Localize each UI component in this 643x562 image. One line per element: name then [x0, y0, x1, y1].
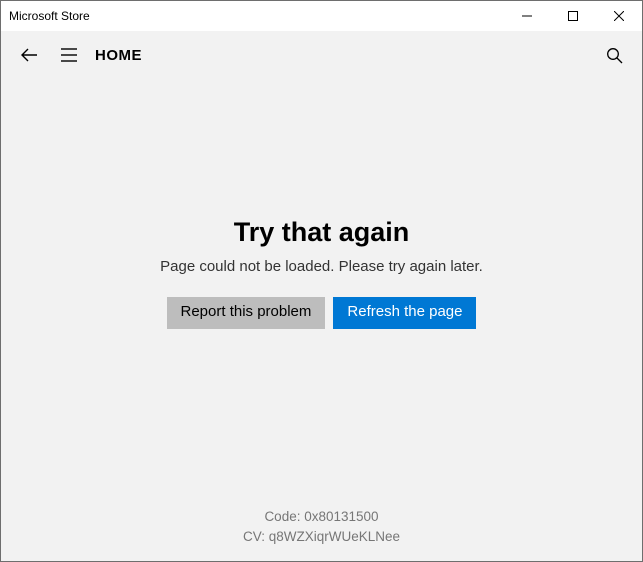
search-button[interactable]: [594, 35, 634, 75]
error-heading: Try that again: [234, 217, 410, 248]
error-footer: Code: 0x80131500 CV: q8WZXiqrWUeKLNee: [1, 507, 642, 548]
menu-button[interactable]: [49, 35, 89, 75]
error-cv: CV: q8WZXiqrWUeKLNee: [1, 527, 642, 547]
refresh-page-button[interactable]: Refresh the page: [333, 297, 476, 329]
content-area: Try that again Page could not be loaded.…: [1, 79, 642, 561]
title-bar: Microsoft Store: [1, 1, 642, 31]
search-icon: [606, 47, 623, 64]
error-message: Page could not be loaded. Please try aga…: [160, 258, 483, 275]
report-problem-button[interactable]: Report this problem: [167, 297, 326, 329]
maximize-icon: [568, 11, 578, 21]
app-bar: HOME: [1, 31, 642, 79]
window-title: Microsoft Store: [9, 9, 90, 23]
hamburger-icon: [61, 48, 77, 62]
back-button[interactable]: [9, 35, 49, 75]
arrow-left-icon: [20, 46, 38, 64]
close-icon: [614, 11, 624, 21]
close-button[interactable]: [596, 1, 642, 31]
button-row: Report this problem Refresh the page: [167, 297, 477, 329]
error-block: Try that again Page could not be loaded.…: [160, 217, 483, 329]
minimize-icon: [522, 11, 532, 21]
page-title: HOME: [95, 47, 142, 64]
error-code: Code: 0x80131500: [1, 507, 642, 527]
maximize-button[interactable]: [550, 1, 596, 31]
minimize-button[interactable]: [504, 1, 550, 31]
